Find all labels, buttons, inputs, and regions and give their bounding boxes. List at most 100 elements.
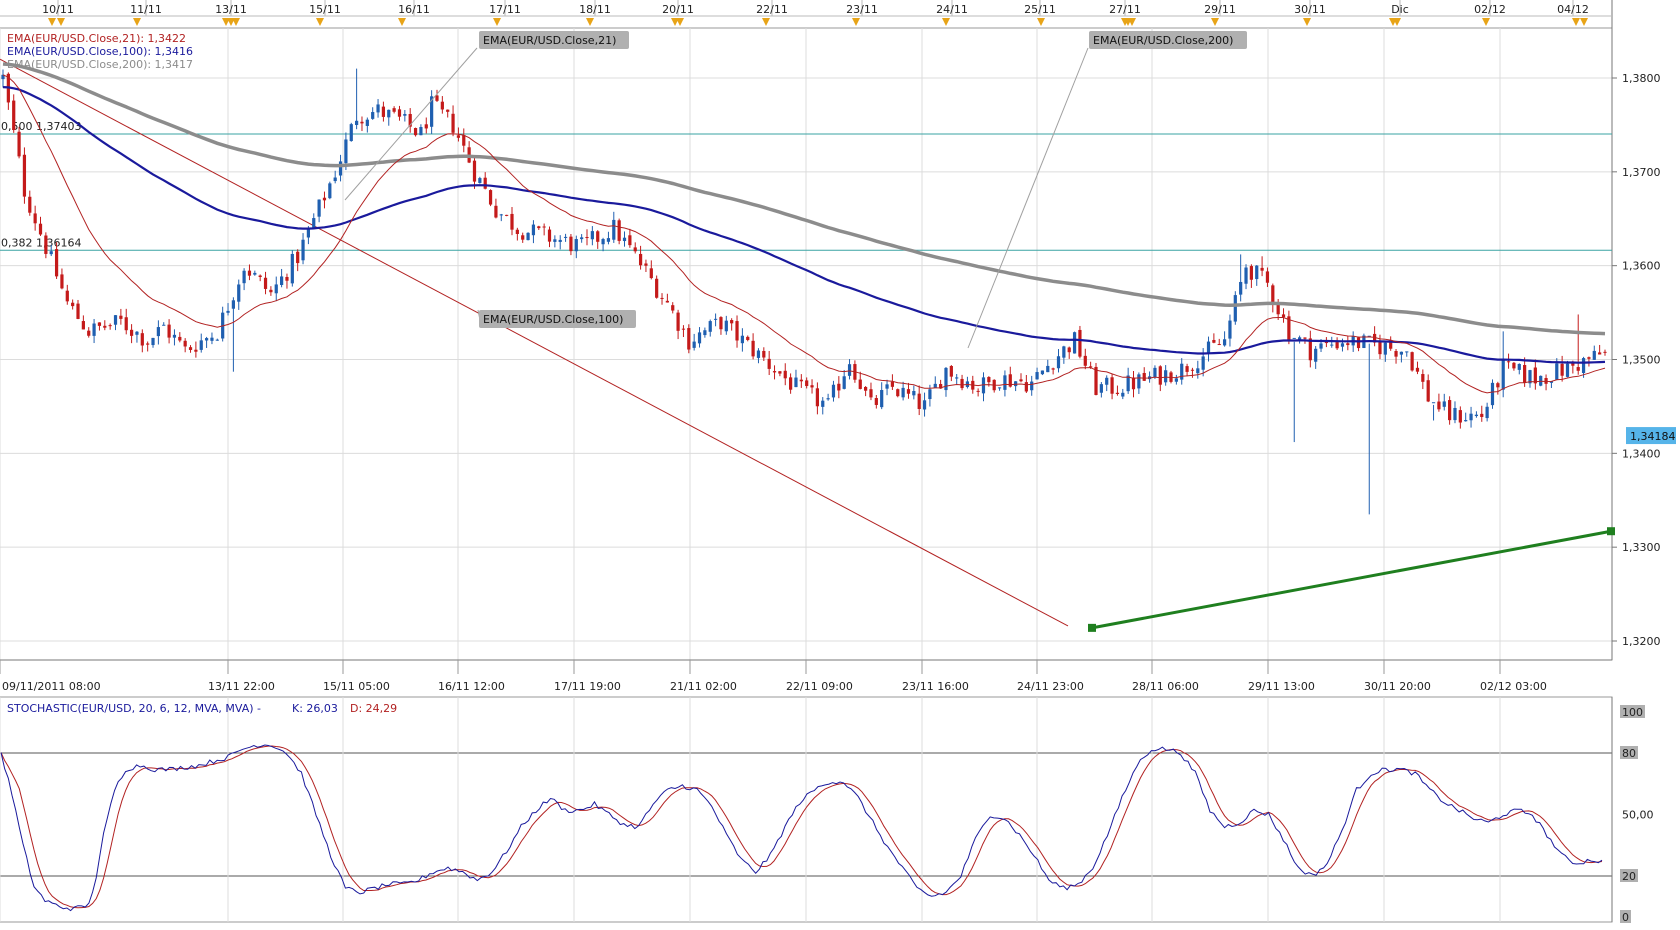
bottom-date-label: 21/11 02:00 (670, 680, 737, 693)
candle-body (387, 109, 391, 118)
candle-body (124, 317, 128, 331)
candle-body (38, 223, 43, 235)
candle-body (671, 305, 675, 311)
stochastic-tick-label: 100 (1622, 706, 1643, 719)
candle-body (1442, 401, 1446, 407)
candle-body (280, 276, 284, 285)
candle-body (1051, 368, 1055, 370)
candle-body (119, 315, 123, 319)
stochastic-tick-label: 0 (1622, 911, 1629, 924)
candle-body (628, 235, 632, 246)
candle-body (869, 389, 873, 398)
stochastic-d-value: D: 24,29 (350, 702, 397, 715)
top-date-label: 02/12 (1474, 3, 1506, 16)
candle-body (424, 124, 428, 129)
candle-body (113, 315, 118, 325)
candle-body (955, 377, 959, 379)
candle-body (1024, 382, 1028, 392)
candle-body (1544, 378, 1548, 384)
candle-body (28, 196, 32, 213)
candle-body (917, 393, 921, 409)
stochastic-tick-label: 20 (1622, 870, 1636, 883)
candle-body (922, 400, 927, 410)
bottom-date-label: 30/11 20:00 (1364, 680, 1431, 693)
candle-body (1523, 365, 1527, 383)
candle-body (596, 231, 600, 242)
candle-body (204, 338, 209, 341)
candle-body (103, 325, 107, 328)
top-date-label: 04/12 (1557, 3, 1589, 16)
candle-body (188, 347, 193, 350)
candle-body (681, 328, 686, 330)
last-price-tag-text: 1,34184 (1630, 430, 1676, 443)
uptrend-handle-end[interactable] (1607, 527, 1615, 536)
candle-body (81, 321, 85, 330)
candle-body (1217, 344, 1221, 346)
candle-body (33, 213, 37, 224)
candle-body (1228, 320, 1232, 339)
candle-body (1105, 377, 1109, 385)
candle-body (901, 387, 905, 398)
bottom-date-label: 29/11 13:00 (1248, 680, 1315, 693)
candle-body (826, 398, 830, 400)
candle-body (1458, 410, 1462, 423)
bottom-date-label: 24/11 23:00 (1017, 680, 1084, 693)
candle-body (885, 384, 889, 389)
candle-body (788, 377, 793, 390)
candle-body (617, 220, 621, 241)
top-date-label: 13/11 (215, 3, 247, 16)
candle-body (1421, 374, 1425, 382)
candle-body (1040, 370, 1045, 375)
candle-body (1389, 341, 1393, 349)
candle-body (831, 384, 836, 398)
callout-ema100-text: EMA(EUR/USD.Close,100) (483, 313, 623, 326)
candle-body (215, 339, 219, 341)
candle-body (805, 380, 809, 386)
candle-body (719, 317, 723, 330)
candle-body (349, 124, 353, 142)
price-axis-tick-label: 1,3300 (1622, 541, 1661, 554)
candle-body (997, 387, 1002, 389)
candle-body (633, 247, 637, 252)
candle-body (392, 108, 396, 112)
candle-body (1164, 370, 1168, 383)
candle-body (949, 365, 953, 377)
candle-body (1056, 356, 1061, 369)
candle-body (247, 270, 252, 276)
candle-body (456, 135, 461, 138)
top-date-label: 22/11 (756, 3, 788, 16)
top-date-label: 10/11 (42, 3, 74, 16)
candle-body (692, 341, 696, 348)
price-axis-tick-label: 1,3200 (1622, 635, 1661, 648)
candle-body (1019, 379, 1023, 382)
candle-body (1078, 329, 1082, 357)
candle-body (365, 119, 369, 126)
candle-body (537, 226, 541, 229)
candle-body (338, 161, 343, 176)
candle-body (162, 324, 166, 326)
candle-body (837, 383, 841, 391)
candle-body (301, 239, 305, 261)
candle-body (1158, 366, 1162, 385)
candle-body (896, 389, 900, 397)
candle-body (413, 128, 418, 136)
candle-body (890, 381, 895, 387)
candle-body (178, 336, 182, 341)
candle-body (108, 325, 112, 327)
candle-body (612, 219, 616, 240)
candle-body (1115, 392, 1120, 394)
candle-body (440, 101, 444, 110)
candle-body (1137, 374, 1141, 389)
candle-body (1260, 267, 1264, 271)
candle-body (746, 336, 750, 340)
candle-body (1469, 413, 1473, 421)
uptrend-handle-start[interactable] (1088, 623, 1096, 632)
candle-body (1319, 343, 1323, 349)
top-date-label: Dic (1391, 3, 1409, 16)
candle-body (269, 289, 273, 293)
candle-body (194, 349, 198, 352)
candle-body (92, 323, 96, 336)
legend-ema21: EMA(EUR/USD.Close,21): 1,3422 (7, 32, 186, 45)
candle-body (1014, 381, 1018, 387)
candle-body (462, 135, 466, 146)
